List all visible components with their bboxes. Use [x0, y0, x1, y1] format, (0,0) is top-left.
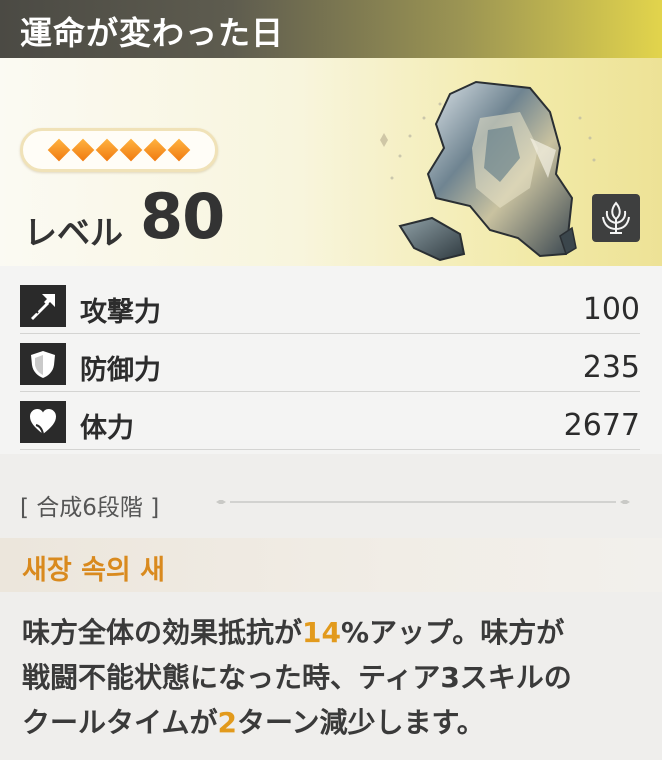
stat-label: 防御力	[80, 355, 161, 386]
divider	[20, 449, 640, 450]
star-icon	[143, 138, 167, 162]
star-icon	[167, 138, 191, 162]
stat-row-attack: 攻撃力 100	[20, 278, 640, 334]
description-text: 味方全体の効果抵抗が	[22, 616, 303, 649]
star-icon	[71, 138, 95, 162]
highlight-value: 14	[302, 616, 341, 649]
description-text: %アップ。味方が	[340, 616, 565, 649]
enhancement-stage: [ 合成6段階 ]	[20, 495, 160, 521]
description-line: 戦闘不能状態になった時、ティア3スキルの	[22, 661, 572, 694]
stats-panel: 攻撃力 100 防御力 235 体力 2677	[0, 266, 662, 454]
star-icon	[47, 138, 71, 162]
support-class-icon	[592, 194, 640, 242]
title-bar: 運命が変わった日	[0, 0, 662, 58]
description-text: ターン減少します。	[236, 706, 485, 739]
level-value: 80	[140, 180, 225, 253]
star-icon	[119, 138, 143, 162]
level-label: レベル	[24, 213, 123, 252]
item-hero-panel: レベル 80	[0, 58, 662, 266]
divider	[20, 333, 640, 334]
stat-label: 体力	[80, 413, 134, 444]
stat-row-defense: 防御力 235	[20, 336, 640, 392]
attack-icon	[20, 285, 66, 327]
artifact-art-image	[380, 80, 596, 262]
stat-value: 2677	[563, 408, 640, 443]
stat-value: 100	[582, 292, 640, 327]
star-icon	[95, 138, 119, 162]
skill-description: 味方全体の効果抵抗が14%アップ。味方が 戦闘不能状態になった時、ティア3スキル…	[22, 610, 642, 745]
description-line: 味方全体の効果抵抗が14%アップ。味方が	[22, 610, 642, 655]
stage-divider-decoration	[216, 500, 630, 504]
item-title: 運命が変わった日	[20, 14, 285, 52]
description-text: クールタイムが	[22, 706, 218, 739]
skill-name: 새장 속의 새	[22, 555, 165, 586]
stat-value: 235	[582, 350, 640, 385]
health-icon	[20, 401, 66, 443]
highlight-value: 2	[217, 706, 237, 739]
stat-label: 攻撃力	[80, 297, 161, 328]
defense-icon	[20, 343, 66, 385]
description-line: クールタイムが2ターン減少します。	[22, 700, 642, 745]
skill-header: 새장 속의 새	[0, 538, 662, 592]
stat-row-health: 体力 2677	[20, 394, 640, 450]
divider	[20, 391, 640, 392]
rarity-stars	[20, 128, 218, 172]
